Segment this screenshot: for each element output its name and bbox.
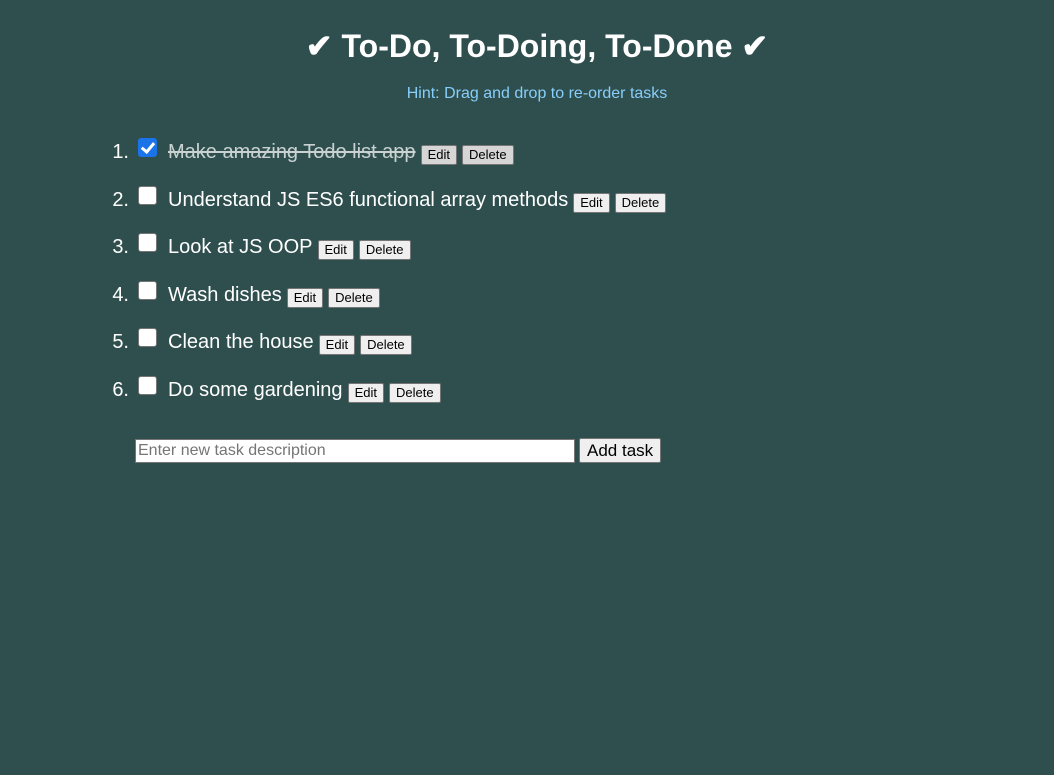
add-task-button[interactable]: Add task (579, 438, 662, 463)
task-checkbox[interactable] (138, 280, 157, 300)
edit-button[interactable]: Edit (286, 287, 324, 308)
task-number: 2. (112, 188, 129, 211)
task-number: 5. (112, 331, 129, 353)
add-task-form: Add task (135, 438, 662, 463)
task-description: Look at JS OOP (168, 236, 313, 258)
new-task-input[interactable] (135, 438, 575, 463)
task-number: 1. (112, 141, 129, 163)
task-checkbox[interactable] (138, 233, 157, 252)
task-checkbox[interactable] (138, 185, 157, 205)
delete-button[interactable]: Delete (461, 145, 514, 165)
delete-button[interactable]: Delete (614, 192, 667, 213)
task-number: 3. (112, 236, 129, 258)
task-number: 6. (112, 378, 129, 401)
task-checkbox[interactable] (138, 375, 157, 395)
edit-button[interactable]: Edit (318, 335, 356, 355)
delete-button[interactable]: Delete (360, 335, 412, 355)
delete-button[interactable]: Delete (388, 382, 441, 403)
edit-button[interactable]: Edit (347, 382, 384, 403)
task-description: Clean the house (168, 331, 314, 353)
task-number: 4. (112, 283, 129, 306)
task-checkbox[interactable] (138, 138, 157, 157)
task-description: Wash dishes (168, 283, 282, 306)
page-title: ✔ To-Do, To-Doing, To-Done ✔ (305, 28, 769, 64)
edit-button[interactable]: Edit (573, 192, 610, 213)
delete-button[interactable]: Delete (328, 287, 380, 308)
edit-button[interactable]: Edit (317, 240, 354, 260)
task-description: Do some gardening (168, 378, 343, 401)
task-checkbox[interactable] (138, 328, 157, 347)
edit-button[interactable]: Edit (420, 145, 457, 165)
task-description: Understand JS ES6 functional array metho… (168, 188, 569, 211)
task-description: Make amazing Todo list app (168, 141, 416, 163)
delete-button[interactable]: Delete (358, 240, 411, 260)
drag-hint: Hint: Drag and drop to re-order tasks (406, 85, 668, 102)
